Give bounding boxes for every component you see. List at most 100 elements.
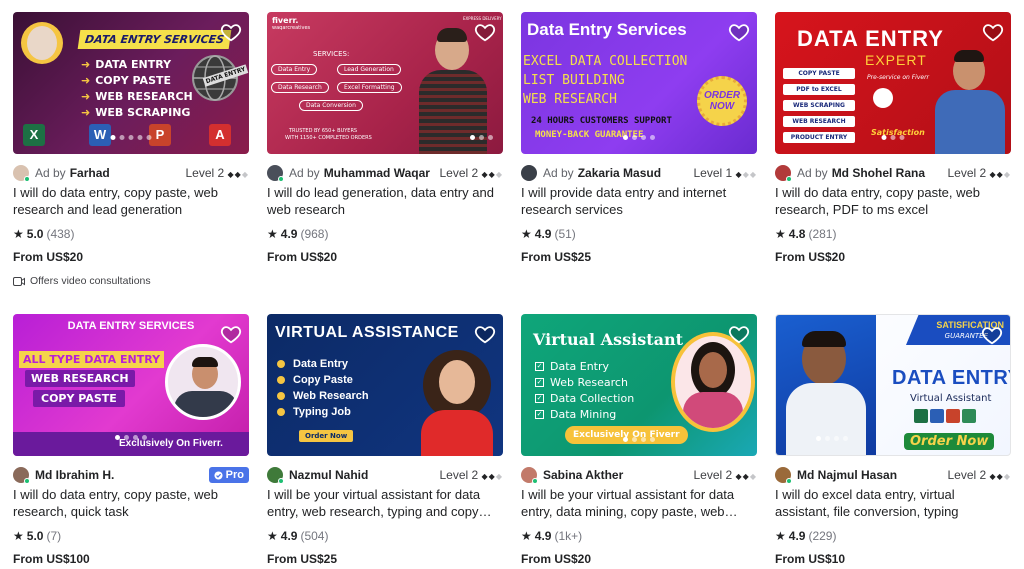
bullet-icon <box>277 360 285 368</box>
level-label: Level 2 <box>947 468 987 482</box>
thumbnail-headline: VIRTUAL ASSISTANCE <box>275 324 459 341</box>
seller-name[interactable]: Sabina Akther <box>543 468 623 482</box>
seller-level: Level 1 ◆◆◆ <box>693 166 757 180</box>
gig-card[interactable]: Virtual Assistant ✓ Data Entry ✓ Web Resea… <box>521 314 757 569</box>
gig-price[interactable]: From US$100 <box>13 552 249 566</box>
gig-thumbnail[interactable]: Virtual Assistant ✓ Data Entry ✓ Web Resea… <box>521 314 757 456</box>
gig-thumbnail[interactable]: Data Entry Services EXCEL DATA COLLECTIO… <box>521 12 757 154</box>
heart-icon[interactable] <box>474 21 496 43</box>
seller-name[interactable]: Md Ibrahim H. <box>35 468 114 482</box>
gig-title[interactable]: I will do data entry, copy paste, web re… <box>13 486 249 520</box>
avatar[interactable] <box>267 467 284 484</box>
carousel-dots[interactable] <box>881 135 905 140</box>
rating-score: 4.9 <box>280 529 298 543</box>
carousel-dots[interactable] <box>110 135 152 140</box>
service-line: EXCEL DATA COLLECTION <box>523 54 688 69</box>
gig-thumbnail[interactable]: fiverr. waqarcreatives EXPRESS DELIVERY … <box>267 12 503 154</box>
gig-title[interactable]: I will be your virtual assistant for dat… <box>521 486 757 520</box>
powerpoint-icon <box>946 409 960 423</box>
seller-name[interactable]: Md Najmul Hasan <box>797 468 897 482</box>
gig-card[interactable]: SATISFICATION GUARANTEE DATA ENTRY Virtu… <box>775 314 1011 569</box>
thumbnail-headline: DATA ENTRY <box>797 26 944 51</box>
gig-title[interactable]: I will be your virtual assistant for dat… <box>267 486 503 520</box>
sheets-icon <box>962 409 976 423</box>
gig-rating: ★ 4.8 (281) <box>775 227 1011 241</box>
review-count: (968) <box>300 227 329 241</box>
thumbnail-headline: DATA ENTRY SERVICES <box>77 30 232 49</box>
avatar[interactable] <box>13 467 30 484</box>
gig-price[interactable]: From US$20 <box>521 552 757 566</box>
avatar[interactable] <box>521 165 537 181</box>
gig-rating: ★ 4.9 (1k+) <box>521 529 757 543</box>
heart-icon[interactable] <box>728 21 750 43</box>
gig-price[interactable]: From US$10 <box>775 552 1011 566</box>
avatar[interactable] <box>775 467 792 484</box>
seller-name[interactable]: Md Shohel Rana <box>832 166 925 180</box>
review-count: (281) <box>808 227 837 241</box>
seller-name[interactable]: Farhad <box>70 166 110 180</box>
service-pill: WEB SCRAPING <box>783 100 855 111</box>
gig-thumbnail[interactable]: DATA ENTRY EXPERT COPY PASTE PDF to EXCE… <box>775 12 1011 154</box>
seller-name[interactable]: Nazmul Nahid <box>289 468 368 482</box>
service-line: Web Research <box>550 375 628 389</box>
gig-thumbnail[interactable]: VIRTUAL ASSISTANCE Data Entry Copy Paste… <box>267 314 503 456</box>
gig-card[interactable]: VIRTUAL ASSISTANCE Data Entry Copy Paste… <box>267 314 503 569</box>
order-now-button: Order Now <box>299 430 354 442</box>
review-count: (229) <box>808 529 837 543</box>
seller-name[interactable]: Muhammad Waqar <box>324 166 430 180</box>
gig-price[interactable]: From US$25 <box>267 552 503 566</box>
level-diamonds: ◆◆◆ <box>227 170 249 179</box>
seller-name[interactable]: Zakaria Masud <box>578 166 661 180</box>
avatar[interactable] <box>267 165 284 182</box>
gig-thumbnail[interactable]: DATA ENTRY SERVICES ALL TYPE DATA ENTRY … <box>13 314 249 456</box>
gig-card[interactable]: DATA ENTRY SERVICES ALL TYPE DATA ENTRY … <box>13 314 249 569</box>
avatar[interactable] <box>13 165 30 182</box>
carousel-dots[interactable] <box>816 436 848 441</box>
online-indicator <box>786 176 792 182</box>
service-line: Data Entry <box>293 358 349 370</box>
gig-price[interactable]: From US$20 <box>775 250 1011 264</box>
avatar[interactable] <box>521 467 538 484</box>
gig-card[interactable]: DATA ENTRY SERVICES ➜ DATA ENTRY ➜ COPY PA… <box>13 12 249 314</box>
service-list: ✓ Data Entry ✓ Web Research ✓ Data Collecti… <box>535 358 634 422</box>
gig-card[interactable]: DATA ENTRY EXPERT COPY PASTE PDF to EXCE… <box>775 12 1011 314</box>
carousel-dots[interactable] <box>470 135 493 140</box>
gig-thumbnail[interactable]: SATISFICATION GUARANTEE DATA ENTRY Virtu… <box>775 314 1011 456</box>
gig-card[interactable]: fiverr. waqarcreatives EXPRESS DELIVERY … <box>267 12 503 314</box>
ad-label: Ad by <box>543 166 574 180</box>
carousel-dots[interactable] <box>623 437 655 442</box>
service-list: ➜ DATA ENTRY ➜ COPY PASTE ➜ WEB RESEARCH ➜ W… <box>81 57 193 119</box>
heart-icon[interactable] <box>981 324 1003 346</box>
excel-icon <box>914 409 928 423</box>
avatar[interactable] <box>775 165 792 182</box>
online-indicator <box>278 176 284 182</box>
review-count: (7) <box>46 529 62 543</box>
heart-icon[interactable] <box>728 323 750 345</box>
gig-price[interactable]: From US$20 <box>13 250 249 264</box>
service-line: Copy Paste <box>293 374 353 386</box>
bullet-icon <box>277 376 285 384</box>
heart-icon[interactable] <box>982 21 1004 43</box>
video-consultation: Offers video consultations <box>13 275 249 287</box>
heart-icon[interactable] <box>220 21 242 43</box>
seller-photo <box>935 46 1005 154</box>
star-icon: ★ <box>267 529 278 543</box>
carousel-dots[interactable] <box>623 135 655 140</box>
gig-title[interactable]: I will provide data entry and internet r… <box>521 184 757 218</box>
gig-title[interactable]: I will do data entry, copy paste, web re… <box>775 184 1011 218</box>
gig-title[interactable]: I will do lead generation, data entry an… <box>267 184 503 218</box>
order-now-badge: ORDER NOW <box>697 76 747 126</box>
service-line: COPY PASTE <box>33 390 125 407</box>
service-list: Data Entry Copy Paste Web Research Typin… <box>277 356 369 420</box>
gig-title[interactable]: I will do data entry, copy paste, web re… <box>13 184 249 218</box>
gig-card[interactable]: Data Entry Services EXCEL DATA COLLECTIO… <box>521 12 757 314</box>
gig-price[interactable]: From US$25 <box>521 250 757 264</box>
gig-title[interactable]: I will do excel data entry, virtual assi… <box>775 486 1011 520</box>
carousel-dots[interactable] <box>115 435 147 440</box>
heart-icon[interactable] <box>474 323 496 345</box>
heart-icon[interactable] <box>220 323 242 345</box>
service-pill: Data Conversion <box>299 100 363 111</box>
gig-price[interactable]: From US$20 <box>267 250 503 264</box>
gig-thumbnail[interactable]: DATA ENTRY SERVICES ➜ DATA ENTRY ➜ COPY PA… <box>13 12 249 154</box>
thumbnail-headline: Data Entry Services <box>527 20 687 39</box>
